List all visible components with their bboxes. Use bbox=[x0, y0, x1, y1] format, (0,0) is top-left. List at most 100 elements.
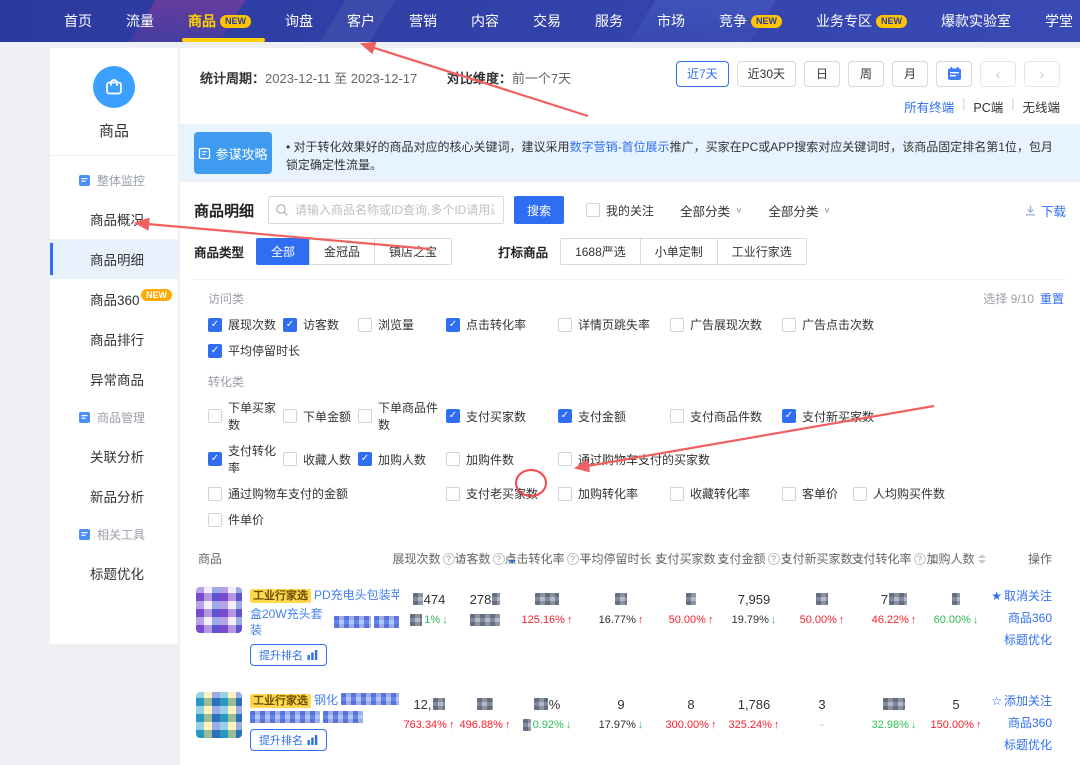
boost-rank-button[interactable]: 提升排名 bbox=[250, 729, 327, 751]
metric-checkbox[interactable]: 件单价 bbox=[208, 511, 264, 528]
col-cart-adds[interactable]: 加购人数 bbox=[929, 550, 983, 567]
range-7d-button[interactable]: 近7天 bbox=[676, 61, 729, 87]
nav-item-marketing[interactable]: 营销 bbox=[409, 0, 437, 42]
calendar-button[interactable] bbox=[936, 61, 972, 87]
metric-checkbox[interactable]: 平均停留时长 bbox=[208, 342, 300, 359]
nav-item-product[interactable]: 商品NEW bbox=[188, 0, 251, 42]
nav-item-service[interactable]: 服务 bbox=[595, 0, 623, 42]
metric-checkbox[interactable]: 下单商品件数 bbox=[358, 399, 446, 433]
metric-checkbox[interactable]: 下单买家数 bbox=[208, 399, 283, 433]
product-360-link[interactable]: 商品360 bbox=[1008, 714, 1052, 731]
metric-checkbox[interactable]: 客单价 bbox=[782, 485, 853, 502]
metric-checkbox[interactable]: 加购人数 bbox=[358, 451, 446, 468]
nav-item-traffic[interactable]: 流量 bbox=[126, 0, 154, 42]
nav-item-hot-lab[interactable]: 爆款实验室 bbox=[941, 0, 1011, 42]
nav-item-content[interactable]: 内容 bbox=[471, 0, 499, 42]
nav-item-academy[interactable]: 学堂 bbox=[1045, 0, 1073, 42]
prev-period-button[interactable]: ‹ bbox=[980, 61, 1016, 87]
product-title-link[interactable]: PD充电头包装苹果PD线包装 bbox=[314, 588, 399, 602]
sidebar-item-product-detail[interactable]: 商品明细 bbox=[50, 239, 178, 279]
metric-checkbox[interactable]: 广告展现次数 bbox=[670, 316, 782, 333]
metric-checkbox[interactable]: 点击转化率 bbox=[446, 316, 558, 333]
sidebar-group-related-tools[interactable]: 相关工具 bbox=[50, 516, 178, 553]
metric-checkbox[interactable]: 下单金额 bbox=[283, 408, 358, 425]
type-shop-treasure-button[interactable]: 镇店之宝 bbox=[374, 238, 452, 265]
follow-link[interactable]: ☆添加关注 bbox=[991, 692, 1052, 709]
col-visitors[interactable]: 访客数? bbox=[459, 550, 511, 567]
sidebar-item-abnormal-product[interactable]: 异常商品 bbox=[50, 359, 178, 399]
range-week-button[interactable]: 周 bbox=[848, 61, 884, 87]
metric-checkbox[interactable]: 人均购买件数 bbox=[853, 485, 945, 502]
category-select-1[interactable]: 全部分类 ∨ bbox=[680, 201, 742, 220]
next-period-button[interactable]: › bbox=[1024, 61, 1060, 87]
strategy-tag-button[interactable]: 参谋攻略 bbox=[194, 132, 272, 174]
col-impressions[interactable]: 展现次数? bbox=[399, 550, 459, 567]
nav-item-customer[interactable]: 客户 bbox=[347, 0, 375, 42]
metric-checkbox[interactable]: 支付转化率 bbox=[208, 442, 283, 476]
terminal-pc[interactable]: PC端 bbox=[973, 97, 1003, 116]
col-click-rate[interactable]: 点击转化率? bbox=[511, 550, 583, 567]
metric-checkbox[interactable]: 加购件数 bbox=[446, 451, 558, 468]
terminal-wireless[interactable]: 无线端 bbox=[1022, 97, 1060, 116]
sidebar-group-overall-monitor[interactable]: 整体监控 bbox=[50, 162, 178, 199]
sidebar-item-title-optimize[interactable]: 标题优化 bbox=[50, 553, 178, 593]
nav-item-home[interactable]: 首页 bbox=[64, 0, 92, 42]
help-icon[interactable]: ? bbox=[567, 553, 579, 565]
tag-1688-select-button[interactable]: 1688严选 bbox=[560, 238, 641, 265]
search-input[interactable] bbox=[268, 196, 504, 224]
sidebar-item-product-360[interactable]: 商品360NEW bbox=[50, 279, 178, 319]
metric-checkbox[interactable]: 支付老买家数 bbox=[446, 485, 558, 502]
help-icon[interactable]: ? bbox=[443, 553, 455, 565]
col-pay-rate[interactable]: 支付转化率? bbox=[859, 550, 929, 567]
metric-checkbox[interactable]: 收藏转化率 bbox=[670, 485, 782, 502]
range-month-button[interactable]: 月 bbox=[892, 61, 928, 87]
digital-marketing-link[interactable]: 数字营销-首位展示 bbox=[570, 140, 670, 154]
title-optimize-link[interactable]: 标题优化 bbox=[1004, 736, 1052, 753]
sidebar-item-product-overview[interactable]: 商品概况 bbox=[50, 199, 178, 239]
nav-item-competition[interactable]: 竞争NEW bbox=[719, 0, 782, 42]
col-pay-amount[interactable]: 支付金额? bbox=[723, 550, 785, 567]
product-title-link[interactable]: 钢化 bbox=[314, 693, 338, 707]
product-image[interactable] bbox=[196, 692, 242, 738]
tag-small-order-button[interactable]: 小单定制 bbox=[640, 238, 718, 265]
range-30d-button[interactable]: 近30天 bbox=[737, 61, 796, 87]
search-button[interactable]: 搜索 bbox=[514, 196, 564, 224]
type-gold-crown-button[interactable]: 金冠品 bbox=[309, 238, 375, 265]
product-360-link[interactable]: 商品360 bbox=[1008, 609, 1052, 626]
sidebar-group-product-manage[interactable]: 商品管理 bbox=[50, 399, 178, 436]
reset-link[interactable]: 重置 bbox=[1040, 292, 1064, 306]
help-icon[interactable]: ? bbox=[768, 553, 780, 565]
category-select-2[interactable]: 全部分类 ∨ bbox=[768, 201, 830, 220]
metric-checkbox[interactable]: 详情页跳失率 bbox=[558, 316, 670, 333]
metric-checkbox[interactable]: 广告点击次数 bbox=[782, 316, 874, 333]
sidebar-item-new-product-analysis[interactable]: 新品分析 bbox=[50, 476, 178, 516]
range-day-button[interactable]: 日 bbox=[804, 61, 840, 87]
metric-checkbox[interactable]: 支付金额 bbox=[558, 408, 670, 425]
metric-checkbox[interactable]: 收藏人数 bbox=[283, 451, 358, 468]
col-new-pay-buyers[interactable]: 支付新买家数 bbox=[785, 550, 859, 567]
nav-item-market[interactable]: 市场 bbox=[657, 0, 685, 42]
sidebar-item-relation-analysis[interactable]: 关联分析 bbox=[50, 436, 178, 476]
metric-checkbox[interactable]: 展现次数 bbox=[208, 316, 283, 333]
metric-checkbox[interactable]: 支付商品件数 bbox=[670, 408, 782, 425]
nav-item-inquiry[interactable]: 询盘 bbox=[285, 0, 313, 42]
metric-checkbox[interactable]: 通过购物车支付的买家数 bbox=[558, 451, 710, 468]
title-optimize-link[interactable]: 标题优化 bbox=[1004, 631, 1052, 648]
my-follow-checkbox[interactable]: 我的关注 bbox=[586, 202, 654, 219]
unfollow-link[interactable]: ★取消关注 bbox=[991, 587, 1052, 604]
metric-checkbox[interactable]: 支付买家数 bbox=[446, 408, 558, 425]
col-pay-buyers[interactable]: 支付买家数 bbox=[659, 550, 723, 567]
download-link[interactable]: 下载 bbox=[1024, 201, 1066, 220]
boost-rank-button[interactable]: 提升排名 bbox=[250, 644, 327, 666]
product-image[interactable] bbox=[196, 587, 242, 633]
sidebar-item-product-ranking[interactable]: 商品排行 bbox=[50, 319, 178, 359]
nav-item-business-zone[interactable]: 业务专区NEW bbox=[816, 0, 907, 42]
help-icon[interactable]: ? bbox=[914, 553, 926, 565]
terminal-all[interactable]: 所有终端 bbox=[904, 97, 954, 116]
metric-checkbox[interactable]: 通过购物车支付的金额 bbox=[208, 485, 446, 502]
metric-checkbox[interactable]: 支付新买家数 bbox=[782, 408, 874, 425]
nav-item-trade[interactable]: 交易 bbox=[533, 0, 561, 42]
help-icon[interactable]: ? bbox=[493, 553, 505, 565]
col-avg-stay[interactable]: 平均停留时长 bbox=[583, 550, 659, 567]
tag-industry-expert-button[interactable]: 工业行家选 bbox=[717, 238, 807, 265]
